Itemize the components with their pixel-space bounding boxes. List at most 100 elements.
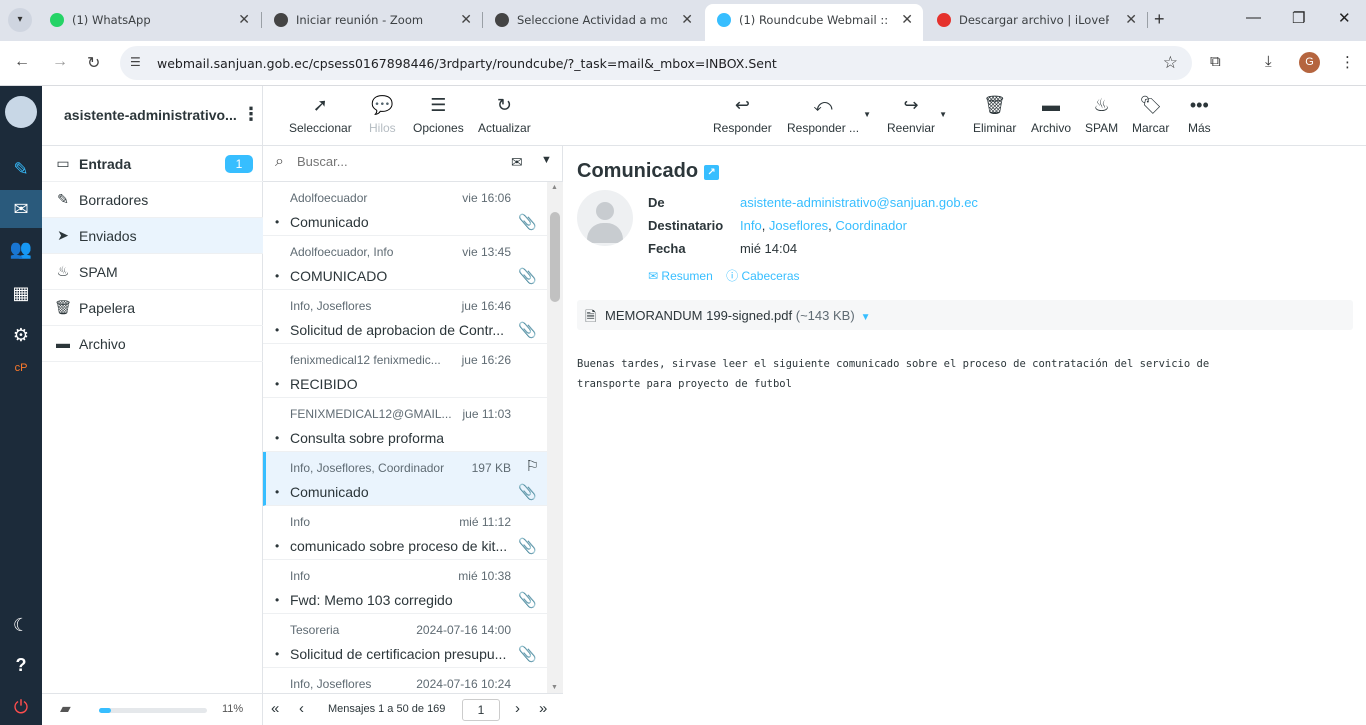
close-tab-icon[interactable]: ✕ xyxy=(460,11,472,28)
table-row[interactable]: Info, Joseflores 2024-07-16 10:24 xyxy=(263,668,547,693)
forward-button[interactable]: ↪ Reenviar ▼ xyxy=(887,94,947,135)
mail-icon[interactable]: ✉ xyxy=(0,190,42,228)
close-window-icon[interactable]: ✕ xyxy=(1338,9,1351,27)
table-row[interactable]: FENIXMEDICAL12@GMAIL... jue 11:03 • Cons… xyxy=(263,398,547,452)
folder-borradores[interactable]: ✎ Borradores xyxy=(42,182,263,218)
help-icon[interactable]: ? xyxy=(0,648,42,682)
download-icon[interactable]: ⤓ xyxy=(1265,53,1272,70)
table-row[interactable]: Info mié 10:38 • Fwd: Memo 103 corregido… xyxy=(263,560,547,614)
table-row[interactable]: Info, Joseflores jue 16:46 • Solicitud d… xyxy=(263,290,547,344)
select-button[interactable]: ➚ Seleccionar xyxy=(289,94,352,135)
scroll-down-icon[interactable]: ▼ xyxy=(551,684,558,691)
cpanel-icon[interactable]: cP xyxy=(0,356,42,380)
headers-link[interactable]: Cabeceras xyxy=(741,269,799,283)
next-page-icon[interactable]: › xyxy=(515,700,520,717)
restore-icon[interactable]: ❐ xyxy=(1292,9,1305,27)
archive-button[interactable]: ▬ Archivo xyxy=(1031,94,1071,135)
unread-dot: • xyxy=(275,215,280,229)
tag-icon: 🏷 xyxy=(1139,95,1163,115)
reply-all-dropdown-icon[interactable]: ▼ xyxy=(863,110,871,119)
table-row[interactable]: Adolfoecuador, Info vie 13:45 • COMUNICA… xyxy=(263,236,547,290)
new-tab-icon[interactable]: + xyxy=(1154,9,1165,30)
back-icon[interactable]: ← xyxy=(14,53,30,71)
scrollbar-thumb[interactable] xyxy=(550,212,560,302)
recipient-link[interactable]: Joseflores xyxy=(769,218,828,233)
threads-icon: 💬 xyxy=(371,95,394,115)
attachment-item[interactable]: 🗎 MEMORANDUM 199-signed.pdf (~143 KB) ▼ xyxy=(577,300,1353,330)
close-tab-icon[interactable]: ✕ xyxy=(901,11,913,28)
unread-dot: • xyxy=(275,539,280,553)
row-subject: Fwd: Memo 103 corregido xyxy=(290,592,453,608)
browser-menu-icon[interactable]: ⋮ xyxy=(1340,53,1355,71)
mark-button[interactable]: 🏷 Marcar xyxy=(1132,94,1169,135)
bookmark-star-icon[interactable]: ☆ xyxy=(1163,53,1178,73)
last-page-icon[interactable]: » xyxy=(539,700,547,717)
table-row[interactable]: Tesoreria 2024-07-16 14:00 • Solicitud d… xyxy=(263,614,547,668)
unread-badge: 1 xyxy=(225,155,253,173)
subject-text: Comunicado xyxy=(577,160,699,182)
from-label: De xyxy=(648,195,665,210)
site-settings-icon[interactable]: ☰ xyxy=(130,55,141,69)
logout-power-icon[interactable]: ⏻ xyxy=(0,690,42,724)
summary-link[interactable]: Resumen xyxy=(661,269,712,283)
account-menu-icon[interactable]: ⋮ xyxy=(242,104,260,125)
folder-spam[interactable]: ♨ SPAM xyxy=(42,254,263,290)
tab-zoom[interactable]: Iniciar reunión - Zoom ✕ xyxy=(262,0,482,41)
tab-actividad[interactable]: Seleccione Actividad a modi ✕ xyxy=(483,0,703,41)
spam-button[interactable]: ♨ SPAM xyxy=(1085,94,1118,135)
threads-button[interactable]: 💬 Hilos xyxy=(369,94,396,135)
chevron-down-icon[interactable]: ▼ xyxy=(541,154,552,166)
close-tab-icon[interactable]: ✕ xyxy=(1125,11,1137,28)
close-tab-icon[interactable]: ✕ xyxy=(681,11,693,28)
prev-page-icon[interactable]: ‹ xyxy=(299,700,304,717)
contacts-icon[interactable]: 👥 xyxy=(0,232,42,266)
account-name: asistente-administrativo... xyxy=(64,107,237,123)
first-page-icon[interactable]: « xyxy=(271,700,279,717)
close-tab-icon[interactable]: ✕ xyxy=(238,11,250,28)
reply-button[interactable]: ↩ Responder xyxy=(713,94,772,135)
folder-entrada[interactable]: ▭ Entrada 1 xyxy=(42,146,263,182)
delete-button[interactable]: 🗑 Eliminar xyxy=(973,94,1016,135)
attachment-dropdown-icon[interactable]: ▼ xyxy=(861,312,871,323)
to-label: Destinatario xyxy=(648,218,724,233)
envelope-filter-icon[interactable]: ✉ xyxy=(511,154,523,171)
open-external-icon[interactable]: ↗ xyxy=(704,165,720,180)
flag-icon[interactable]: ⚐ xyxy=(526,457,539,475)
omnibox[interactable]: ☰ webmail.sanjuan.gob.ec/cpsess016789844… xyxy=(120,46,1192,80)
message-rows: Adolfoecuador vie 16:06 • Comunicado 📎 A… xyxy=(263,182,547,693)
extensions-icon[interactable]: ⧉ xyxy=(1210,53,1221,70)
forward-dropdown-icon[interactable]: ▼ xyxy=(939,110,947,119)
compose-icon[interactable]: ✎ xyxy=(0,152,42,186)
reload-icon[interactable]: ↻ xyxy=(87,53,100,73)
page-number-input[interactable]: 1 xyxy=(462,699,500,721)
table-row[interactable]: Adolfoecuador vie 16:06 • Comunicado 📎 xyxy=(263,182,547,236)
search-input[interactable] xyxy=(297,154,497,169)
tab-ilovepdf[interactable]: Descargar archivo | iLovePDF ✕ xyxy=(925,0,1147,41)
reply-all-button[interactable]: ⤺ Responder ... ▼ xyxy=(787,94,871,135)
sender-link[interactable]: asistente-administrativo@sanjuan.gob.ec xyxy=(740,195,978,210)
table-row[interactable]: fenixmedical12 fenixmedic... jue 16:26 •… xyxy=(263,344,547,398)
tab-whatsapp[interactable]: (1) WhatsApp ✕ xyxy=(38,0,260,41)
tab-search-chevron-icon[interactable]: ▾ xyxy=(8,8,32,32)
forward-icon[interactable]: → xyxy=(52,53,68,71)
options-button[interactable]: ☰ Opciones xyxy=(413,94,464,135)
calendar-icon[interactable]: ▦ xyxy=(0,276,42,310)
settings-gear-icon[interactable]: ⚙ xyxy=(0,318,42,352)
scroll-up-icon[interactable]: ▲ xyxy=(551,184,558,191)
profile-avatar[interactable]: G xyxy=(1299,52,1320,73)
folder-enviados[interactable]: ➤ Enviados xyxy=(42,218,263,254)
app-nav-rail: ✎ ✉ 👥 ▦ ⚙ cP ☾ ? ⏻ xyxy=(0,86,42,725)
tab-roundcube[interactable]: (1) Roundcube Webmail :: En ✕ xyxy=(705,4,923,41)
table-row-selected[interactable]: Info, Joseflores, Coordinador 197 KB ⚐ •… xyxy=(263,452,547,506)
more-button[interactable]: ••• Más xyxy=(1188,94,1211,135)
table-row[interactable]: Info mié 11:12 • comunicado sobre proces… xyxy=(263,506,547,560)
refresh-button[interactable]: ↻ Actualizar xyxy=(478,94,531,135)
recipient-link[interactable]: Coordinador xyxy=(835,218,907,233)
minimize-icon[interactable]: — xyxy=(1246,9,1261,26)
page-count-text: Mensajes 1 a 50 de 169 xyxy=(328,703,446,715)
recipient-link[interactable]: Info xyxy=(740,218,762,233)
folder-archivo[interactable]: ▬ Archivo xyxy=(42,326,263,362)
folder-papelera[interactable]: 🗑 Papelera xyxy=(42,290,263,326)
dark-mode-moon-icon[interactable]: ☾ xyxy=(0,608,42,642)
list-scrollbar[interactable]: ▲ ▼ xyxy=(547,182,563,693)
